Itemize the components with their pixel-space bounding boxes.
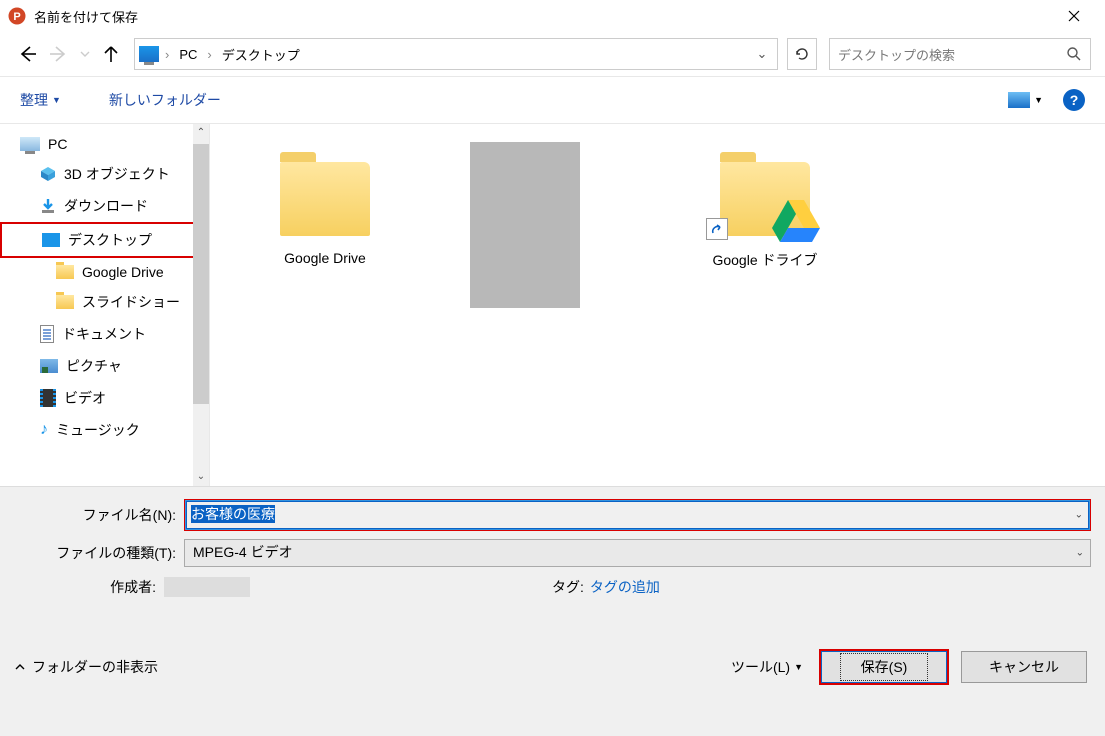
button-row: フォルダーの非表示 ツール(L) ▼ 保存(S) キャンセル [14, 651, 1091, 683]
search-icon [1066, 46, 1082, 62]
content-item-image[interactable] [470, 142, 620, 308]
chevron-down-icon: ▼ [794, 662, 803, 672]
chevron-down-icon: ▼ [52, 95, 61, 105]
image-thumbnail [470, 142, 580, 308]
chevron-right-icon[interactable]: › [203, 47, 215, 62]
tree-videos[interactable]: ビデオ [0, 382, 209, 414]
chevron-down-icon[interactable]: ⌄ [1075, 510, 1083, 521]
filename-highlight: お客様の医療⌄ [184, 499, 1091, 531]
tags-add[interactable]: タグの追加 [590, 577, 660, 597]
save-button[interactable]: 保存(S) [821, 651, 947, 683]
cancel-button[interactable]: キャンセル [961, 651, 1087, 683]
folder-icon [280, 162, 370, 236]
view-icon [1008, 92, 1030, 108]
up-button[interactable] [98, 41, 124, 67]
video-icon [40, 389, 56, 407]
filetype-label: ファイルの種類(T): [14, 543, 184, 563]
document-icon [40, 325, 54, 343]
breadcrumb-pc[interactable]: PC [175, 45, 201, 64]
toolbar: 整理 ▼ 新しいフォルダー ▼ ? [0, 76, 1105, 124]
folder-tree: PC 3D オブジェクト ダウンロード デスクトップ Google Drive … [0, 124, 210, 486]
tree-3d-objects[interactable]: 3D オブジェクト [0, 158, 209, 190]
author-label: 作成者: [14, 577, 164, 597]
chevron-up-icon [14, 661, 26, 673]
filename-input[interactable]: お客様の医療⌄ [186, 501, 1089, 529]
scroll-thumb[interactable] [193, 144, 209, 404]
scrollbar[interactable]: ⌃ ⌄ [193, 124, 209, 486]
help-button[interactable]: ? [1063, 89, 1085, 111]
tree-google-drive[interactable]: Google Drive [0, 258, 209, 286]
folder-icon [56, 295, 74, 309]
bottom-panel: ファイル名(N): お客様の医療⌄ ファイルの種類(T): MPEG-4 ビデオ… [0, 486, 1105, 736]
music-icon: ♪ [40, 421, 48, 439]
breadcrumb[interactable]: › PC › デスクトップ ⌄ [134, 38, 778, 70]
close-icon [1068, 10, 1080, 22]
tree-downloads[interactable]: ダウンロード [0, 190, 209, 222]
hide-folders-button[interactable]: フォルダーの非表示 [14, 657, 158, 677]
organize-button[interactable]: 整理 [20, 90, 48, 110]
tree-music[interactable]: ♪ミュージック [0, 414, 209, 446]
google-drive-icon [772, 200, 820, 242]
meta-row: 作成者: タグ: タグの追加 [14, 577, 1091, 597]
scroll-up-icon[interactable]: ⌃ [193, 124, 209, 142]
tree-slideshow[interactable]: スライドショー [0, 286, 209, 318]
title-bar: P 名前を付けて保存 [0, 0, 1105, 32]
back-button[interactable] [14, 41, 40, 67]
picture-icon [40, 359, 58, 373]
search-placeholder: デスクトップの検索 [838, 45, 955, 64]
folder-icon [56, 265, 74, 279]
chevron-down-icon[interactable]: ⌄ [1076, 548, 1084, 559]
chevron-right-icon[interactable]: › [161, 47, 173, 62]
view-options-button[interactable]: ▼ [1008, 92, 1043, 108]
tree-documents[interactable]: ドキュメント [0, 318, 209, 350]
new-folder-button[interactable]: 新しいフォルダー [109, 90, 221, 110]
content-pane: Google Drive Google ドライブ [210, 124, 1105, 486]
powerpoint-icon: P [8, 7, 26, 25]
body-area: PC 3D オブジェクト ダウンロード デスクトップ Google Drive … [0, 124, 1105, 486]
filetype-row: ファイルの種類(T): MPEG-4 ビデオ⌄ [14, 539, 1091, 567]
author-field[interactable] [164, 577, 250, 597]
recent-dropdown[interactable] [78, 41, 92, 67]
search-input[interactable]: デスクトップの検索 [829, 38, 1091, 70]
breadcrumb-desktop[interactable]: デスクトップ [218, 43, 304, 66]
content-item-google-drive[interactable]: Google Drive [250, 142, 400, 266]
tree-pc[interactable]: PC [0, 130, 209, 158]
filename-label: ファイル名(N): [14, 505, 184, 525]
filetype-select[interactable]: MPEG-4 ビデオ⌄ [184, 539, 1091, 567]
tree-pictures[interactable]: ピクチャ [0, 350, 209, 382]
window-title: 名前を付けて保存 [34, 7, 138, 26]
chevron-down-icon[interactable]: ⌄ [751, 46, 773, 62]
refresh-button[interactable] [787, 38, 817, 70]
desktop-icon [42, 233, 60, 247]
svg-text:P: P [13, 11, 20, 23]
close-button[interactable] [1051, 0, 1097, 32]
pc-icon [139, 46, 159, 62]
tree-desktop[interactable]: デスクトップ [0, 222, 209, 258]
tags-label: タグ: [552, 577, 584, 597]
shortcut-icon [706, 218, 728, 240]
cube-icon [40, 166, 56, 182]
forward-button[interactable] [46, 41, 72, 67]
download-icon [40, 198, 56, 214]
tools-button[interactable]: ツール(L) ▼ [731, 657, 803, 677]
pc-icon [20, 137, 40, 151]
folder-icon [720, 162, 810, 236]
content-item-google-drive-jp[interactable]: Google ドライブ [690, 142, 840, 270]
nav-bar: › PC › デスクトップ ⌄ デスクトップの検索 [0, 32, 1105, 76]
chevron-down-icon: ▼ [1034, 95, 1043, 105]
scroll-down-icon[interactable]: ⌄ [193, 468, 209, 486]
filename-row: ファイル名(N): お客様の医療⌄ [14, 499, 1091, 531]
